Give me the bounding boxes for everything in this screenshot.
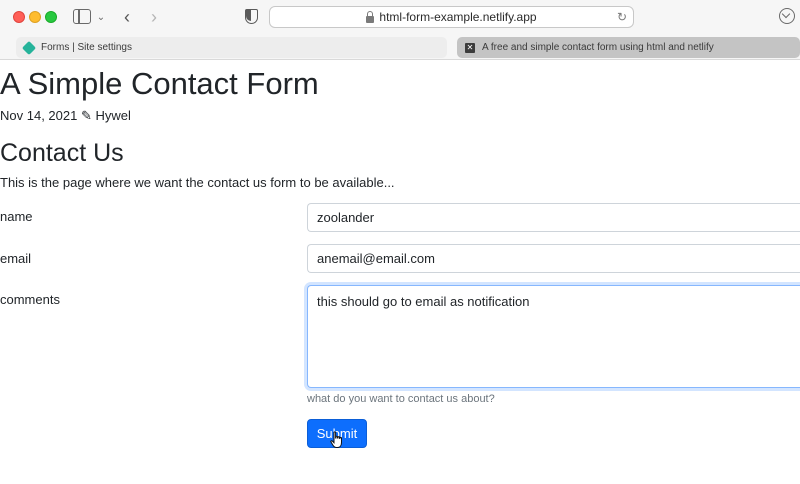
post-meta: Nov 14, 2021 ✎ Hywel — [0, 108, 131, 124]
privacy-shield-icon[interactable] — [245, 9, 258, 24]
minimize-window-button[interactable] — [29, 11, 41, 23]
forward-button[interactable]: › — [145, 7, 163, 27]
email-field[interactable] — [307, 244, 800, 273]
comments-field[interactable]: this should go to email as notification — [307, 285, 800, 388]
email-label: email — [0, 251, 32, 266]
tab-contact-form[interactable]: ✕ A free and simple contact form using h… — [457, 37, 800, 58]
tab-forms-site-settings[interactable]: Forms | Site settings — [16, 37, 447, 58]
browser-toolbar: ⌄ ‹ › html-form-example.netlify.app ↻ — [0, 0, 800, 34]
zoom-window-button[interactable] — [45, 11, 57, 23]
close-window-button[interactable] — [13, 11, 25, 23]
post-date: Nov 14, 2021 — [0, 108, 78, 123]
name-field[interactable] — [307, 203, 800, 232]
intro-text: This is the page where we want the conta… — [0, 175, 395, 190]
url-text: html-form-example.netlify.app — [379, 10, 537, 24]
comments-help-text: what do you want to contact us about? — [307, 393, 495, 405]
pencil-icon: ✎ — [80, 108, 92, 123]
reload-icon[interactable]: ↻ — [617, 10, 627, 24]
section-title: Contact Us — [0, 139, 124, 167]
name-label: name — [0, 209, 33, 224]
address-bar[interactable]: html-form-example.netlify.app ↻ — [269, 6, 634, 28]
hand-cursor-icon — [330, 431, 342, 448]
lock-icon — [366, 10, 375, 23]
comments-label: comments — [0, 292, 60, 307]
tab-label: A free and simple contact form using htm… — [482, 42, 714, 53]
page-title: A Simple Contact Form — [0, 66, 319, 101]
close-icon[interactable]: ✕ — [465, 42, 475, 53]
back-button[interactable]: ‹ — [118, 7, 136, 27]
tab-label: Forms | Site settings — [41, 42, 132, 53]
sidebar-toggle-icon[interactable] — [73, 9, 91, 24]
netlify-diamond-icon — [21, 40, 37, 55]
chevron-down-icon[interactable]: ⌄ — [95, 7, 107, 27]
downloads-icon[interactable] — [779, 8, 795, 24]
post-author: Hywel — [95, 108, 131, 123]
